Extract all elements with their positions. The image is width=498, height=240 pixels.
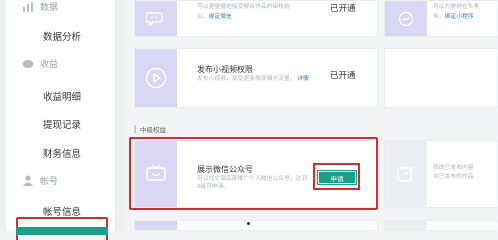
edit-icon (397, 166, 414, 182)
card-desc: 对已发布的作品 (433, 174, 474, 180)
play-icon (145, 67, 167, 89)
sidebar-item-withdraw-records[interactable]: 提现记录 (43, 117, 81, 131)
sidebar: 数据 数据分析 收益 收益明细 提现记录 财务信息 帐号 帐号信息 (0, 0, 116, 240)
sidebar-item-account-info[interactable]: 帐号信息 (43, 204, 81, 218)
user-icon (22, 175, 34, 187)
card-desc: 可以方便地在头条 (433, 4, 480, 10)
card-highlight-box (129, 137, 378, 210)
sidebar-section-revenue: 收益 (22, 57, 58, 70)
sidebar-item-data-analysis[interactable]: 数据分析 (43, 29, 81, 43)
status-opened: 已开通 (330, 70, 356, 80)
cursor-dot (247, 222, 250, 225)
card-desc: 发布小视频，享受更多展现曝光流量。 详情 (197, 76, 309, 82)
card-thumbnail (135, 1, 177, 36)
card-thumbnail (385, 1, 427, 36)
card-modify-content: 修改已发布内容 对已发布的作品 (384, 140, 498, 208)
card-miniprogram: 可以方便地在头条 务。绑定小程序 (384, 0, 498, 37)
sidebar-section-label: 数据 (40, 2, 59, 12)
section-title: 中级权益 (134, 124, 166, 134)
card-desc: 修改已发布内容 (433, 165, 474, 171)
miniprogram-icon (398, 11, 414, 26)
sidebar-section-data: 数据 (22, 0, 58, 13)
bind-miniprogram-link[interactable]: 绑定小程序 (445, 14, 474, 20)
data-chart-icon (22, 1, 34, 13)
card-thumbnail (385, 221, 427, 230)
card-message: 可以更便捷地接受报名作品的审核结 以。绑定微信 已开通 (134, 0, 378, 37)
card-desc: 可以更便捷地接受报名作品的审核结 (197, 4, 290, 10)
sidebar-active-item[interactable] (16, 227, 108, 235)
card-short-video: 发布小视频权限 发布小视频，享受更多展现曝光流量。 详情 已开通 (134, 48, 378, 108)
details-link[interactable]: 详情 (297, 76, 309, 82)
chat-bubble-icon (146, 11, 163, 27)
card-desc: 务。绑定小程序 (433, 14, 474, 20)
card-bottom-left (134, 220, 378, 231)
bind-wechat-link[interactable]: 绑定微信 (209, 14, 232, 20)
sidebar-item-revenue-details[interactable]: 收益明细 (43, 89, 81, 103)
card-title: 发布小视频权限 (197, 65, 253, 74)
sidebar-section-label: 帐号 (40, 176, 59, 186)
status-opened: 已开通 (330, 3, 356, 13)
left-rail (0, 0, 6, 231)
main-content: 可以更便捷地接受报名作品的审核结 以。绑定微信 已开通 可以方便地在头条 务。绑… (116, 0, 498, 231)
card-desc: 以。绑定微信 (197, 14, 232, 20)
content-gutter (116, 0, 126, 231)
sidebar-section-label: 收益 (40, 59, 59, 69)
sidebar-section-account: 帐号 (22, 174, 58, 187)
card-thumbnail (135, 49, 177, 107)
card-thumbnail (135, 221, 177, 230)
card-thumbnail (385, 141, 427, 207)
card-bottom-right (384, 220, 498, 231)
revenue-icon (22, 58, 34, 70)
sidebar-item-finance-info[interactable]: 财务信息 (43, 146, 81, 160)
card-right-placeholder (384, 48, 498, 108)
